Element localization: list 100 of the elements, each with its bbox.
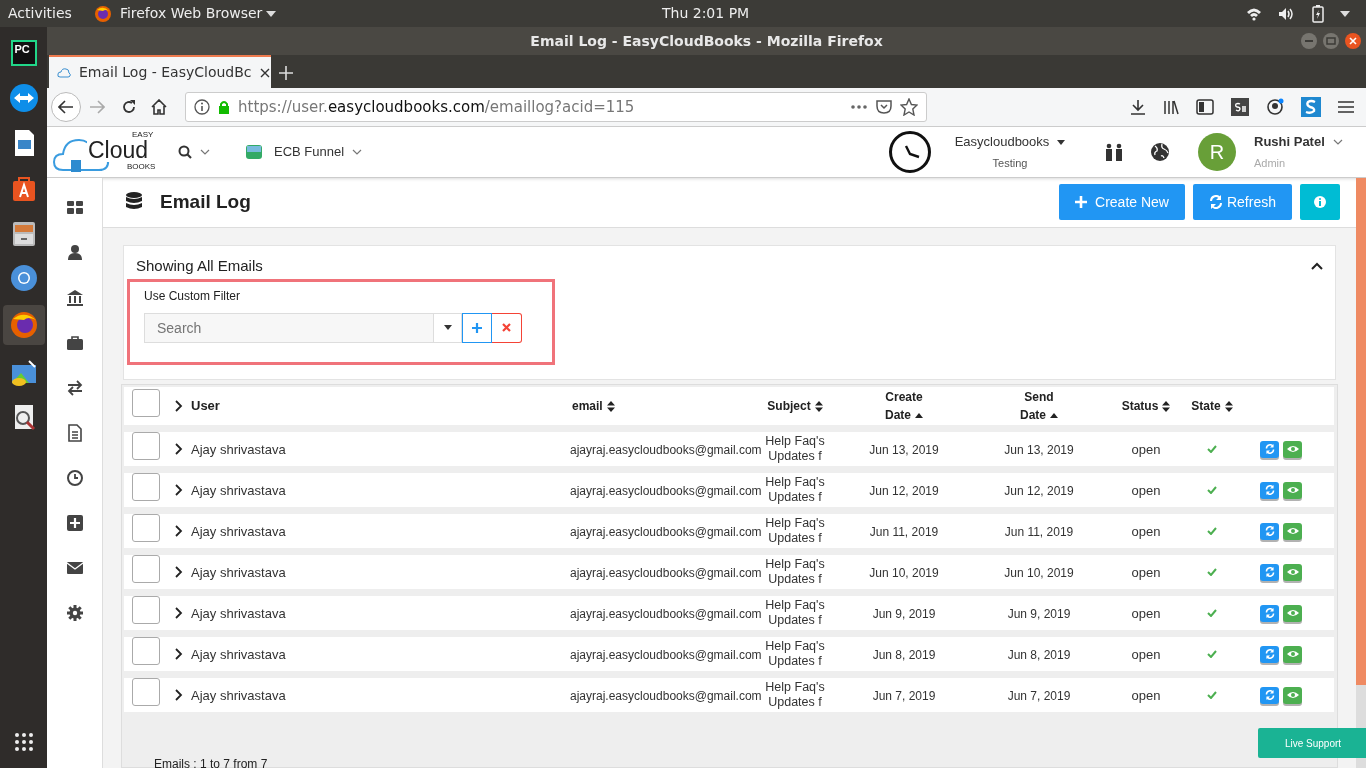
close-icon [502, 323, 511, 332]
user-menu[interactable]: Rushi Patel [1254, 132, 1354, 152]
chevron-right-icon[interactable] [175, 443, 183, 455]
column-header[interactable]: email [572, 397, 615, 415]
user-icon[interactable] [65, 244, 84, 263]
remote-desktop-icon[interactable] [8, 83, 39, 113]
column-header[interactable]: Create Date [874, 388, 934, 424]
view-button[interactable] [1283, 563, 1302, 581]
chevron-down-icon [352, 148, 363, 155]
reload-icon[interactable] [121, 99, 137, 115]
checkbox[interactable] [132, 596, 160, 624]
bank-icon[interactable] [65, 289, 84, 308]
lock-icon[interactable] [218, 100, 230, 114]
checkbox[interactable] [132, 555, 160, 583]
checkbox[interactable] [132, 432, 160, 460]
clear-filter-button[interactable] [492, 312, 522, 343]
clock[interactable]: Thu 2:01 PM [662, 3, 750, 24]
column-header[interactable]: Send Date [1009, 388, 1069, 424]
url-text[interactable]: https://user.easycloudbooks.com/emaillog?acid=115 [238, 95, 635, 119]
view-button[interactable] [1283, 481, 1302, 499]
close-icon[interactable] [259, 67, 270, 78]
table-cell: ajayraj.easycloudbooks@gmail.com [570, 648, 762, 662]
settings-icon[interactable] [65, 604, 84, 623]
sort-icon[interactable] [1224, 400, 1233, 412]
view-button[interactable] [1283, 604, 1302, 622]
new-tab-icon[interactable] [279, 66, 293, 80]
chevron-right-icon[interactable] [175, 607, 183, 619]
company-dropdown[interactable]: Easycloudbooks [954, 132, 1066, 152]
info-icon[interactable] [194, 99, 210, 115]
app-grid-icon[interactable] [13, 732, 34, 752]
checkbox[interactable] [132, 389, 160, 417]
plus-icon[interactable] [65, 514, 84, 533]
resend-button[interactable] [1260, 440, 1279, 458]
sort-icon[interactable] [1162, 400, 1171, 412]
checkbox[interactable] [132, 473, 160, 501]
view-button[interactable] [1283, 440, 1302, 458]
column-header[interactable]: Subject [767, 397, 823, 415]
resend-button[interactable] [1260, 604, 1279, 622]
cloud-icon [57, 65, 71, 80]
checkbox[interactable] [132, 514, 160, 542]
globe-icon[interactable] [1150, 141, 1170, 162]
eye-icon [1286, 650, 1299, 658]
chevron-right-icon[interactable] [175, 525, 183, 537]
chevron-right-icon[interactable] [175, 484, 183, 496]
library-icon[interactable] [1163, 99, 1179, 115]
chevron-right-icon[interactable] [175, 400, 183, 412]
app-menu[interactable]: Firefox Web Browser [93, 3, 277, 24]
sidebar-icon[interactable] [1196, 99, 1214, 115]
column-header[interactable]: User [191, 396, 220, 416]
chevron-up-icon[interactable] [1311, 262, 1323, 271]
view-button[interactable] [1283, 645, 1302, 663]
address-bar[interactable]: https://user.easycloudbooks.com/emaillog?acid=115 [185, 92, 927, 122]
close-button[interactable] [1344, 32, 1362, 50]
minimize-button[interactable] [1300, 32, 1318, 50]
chevron-right-icon[interactable] [175, 689, 183, 701]
logo[interactable]: Cloud EASY BOOKS [53, 129, 158, 174]
caret-icon[interactable] [1340, 10, 1350, 17]
resend-button[interactable] [1260, 686, 1279, 704]
back-button[interactable] [51, 92, 81, 122]
resend-button[interactable] [1260, 481, 1279, 499]
column-header[interactable]: Status [1121, 397, 1171, 415]
add-filter-button[interactable] [462, 312, 492, 343]
checkbox[interactable] [132, 637, 160, 665]
battery-icon[interactable] [1312, 4, 1324, 23]
resend-button[interactable] [1260, 522, 1279, 540]
people-icon[interactable] [1104, 142, 1124, 161]
clock-icon[interactable] [65, 469, 84, 488]
sort-icon[interactable] [606, 400, 615, 412]
chevron-right-icon[interactable] [175, 566, 183, 578]
wifi-icon[interactable] [1246, 6, 1262, 21]
star-icon[interactable] [900, 98, 918, 116]
menu-icon[interactable] [1338, 100, 1354, 114]
resend-button[interactable] [1260, 645, 1279, 663]
view-button[interactable] [1283, 522, 1302, 540]
chevron-right-icon[interactable] [175, 648, 183, 660]
more-icon[interactable] [850, 105, 868, 109]
pocket-icon[interactable] [876, 99, 892, 115]
home-icon[interactable] [151, 99, 167, 115]
account-icon[interactable] [1266, 98, 1284, 116]
download-icon[interactable] [1130, 99, 1146, 115]
column-header[interactable]: State [1191, 397, 1233, 415]
search-dropdown[interactable] [178, 144, 210, 159]
resend-button[interactable] [1260, 563, 1279, 581]
briefcase-icon[interactable] [65, 334, 84, 353]
funnel-dropdown[interactable]: ECB Funnel [246, 142, 363, 162]
table-cell: Jun 10, 2019 [1004, 566, 1074, 580]
table-cell-text: Help Faq's Updates f [764, 598, 826, 628]
sort-ascending-icon[interactable] [915, 412, 923, 418]
scrollbar[interactable] [1356, 177, 1366, 768]
clock-icon[interactable] [888, 129, 932, 174]
dropdown-button[interactable] [434, 312, 462, 343]
sort-ascending-icon[interactable] [1050, 412, 1058, 418]
volume-icon[interactable] [1278, 6, 1296, 21]
transfer-icon[interactable] [65, 379, 84, 398]
view-button[interactable] [1283, 686, 1302, 704]
browser-tab[interactable]: Email Log - EasyCloudBc [49, 55, 271, 88]
sort-icon[interactable] [814, 400, 823, 412]
search-field[interactable]: Search [144, 312, 434, 343]
activities-button[interactable]: Activities [8, 3, 72, 24]
checkbox[interactable] [132, 678, 160, 706]
